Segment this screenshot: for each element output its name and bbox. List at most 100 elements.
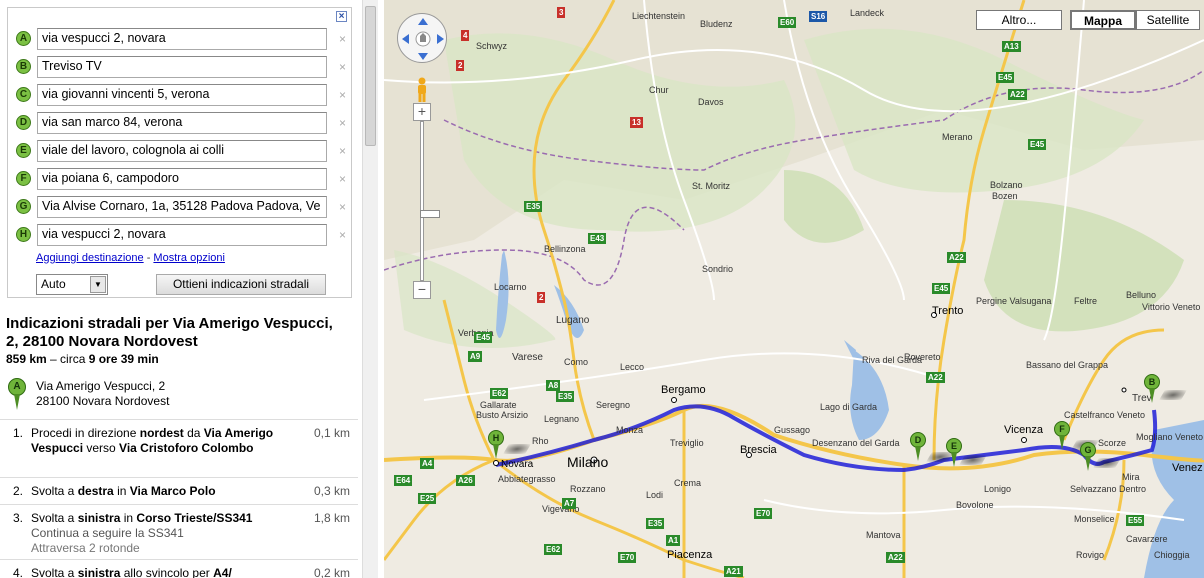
- street-view-pegman-icon[interactable]: [414, 77, 430, 103]
- google-maps-directions: × A via vespucci 2, novara × B Treviso T…: [0, 0, 1204, 578]
- direction-step[interactable]: 1. Procedi in direzione nordest da Via A…: [0, 419, 358, 477]
- show-options-link[interactable]: Mostra opzioni: [153, 252, 225, 264]
- get-directions-button[interactable]: Ottieni indicazioni stradali: [156, 274, 326, 295]
- step-text-part: allo svincolo per: [120, 566, 214, 578]
- place-label: Lonigo: [984, 484, 1012, 494]
- scrollbar-thumb[interactable]: [365, 6, 376, 146]
- step-text-bold: nordest: [139, 426, 184, 440]
- pan-control[interactable]: [397, 13, 447, 63]
- city-label: Novara: [501, 459, 534, 470]
- pan-arrows-icon: [402, 18, 444, 60]
- zoom-slider: + −: [413, 103, 440, 303]
- zoom-out-button[interactable]: −: [413, 281, 431, 299]
- step-text-bold: destra: [77, 484, 114, 498]
- remove-icon[interactable]: ×: [339, 88, 346, 102]
- remove-icon[interactable]: ×: [339, 60, 346, 74]
- remove-icon[interactable]: ×: [339, 172, 346, 186]
- waypoint-input-c[interactable]: via giovanni vincenti 5, verona: [37, 84, 327, 106]
- summary-distance: 859 km: [6, 352, 47, 366]
- place-label: Chioggia: [1154, 550, 1190, 560]
- zoom-knob[interactable]: [420, 210, 440, 218]
- waypoint-input-h[interactable]: via vespucci 2, novara: [37, 224, 327, 246]
- waypoint-input-b[interactable]: Treviso TV: [37, 56, 327, 78]
- place-label: Scorze: [1098, 438, 1127, 448]
- direction-step[interactable]: 2. Svolta a destra in Via Marco Polo 0,3…: [0, 477, 358, 504]
- waypoint-input-e[interactable]: viale del lavoro, colognola ai colli: [37, 140, 327, 162]
- place-label: Rho: [532, 436, 549, 446]
- step-text: Svolta a sinistra allo svincolo per A4/: [31, 566, 281, 578]
- remove-icon[interactable]: ×: [339, 116, 346, 130]
- zoom-track[interactable]: [420, 121, 440, 281]
- place-label: Pergine Valsugana: [976, 296, 1052, 306]
- step-note: Attraversa 2 rotonde: [31, 541, 140, 555]
- step-number: 2.: [13, 484, 24, 498]
- chevron-down-icon: ▼: [90, 276, 106, 293]
- step-text-part: Svolta a: [31, 566, 78, 578]
- zoom-in-button[interactable]: +: [413, 103, 431, 121]
- step-distance: 0,2 km: [313, 566, 350, 578]
- step-text: Svolta a destra in Via Marco Polo: [31, 484, 281, 499]
- waypoint-row-e: E viale del lavoro, colognola ai colli ×: [16, 140, 346, 162]
- place-label: Sondrio: [702, 264, 734, 274]
- panel-scrollbar[interactable]: [362, 0, 378, 578]
- step-text-part: in: [120, 511, 137, 525]
- step-text-bold: A4/: [213, 566, 232, 578]
- place-label: Bovolone: [956, 500, 994, 510]
- step-number: 4.: [13, 566, 24, 578]
- map-type-control: Altro... Mappa Satellite: [976, 10, 1200, 30]
- map-type-satellite-button[interactable]: Satellite: [1136, 10, 1200, 30]
- city-label: Trev: [1132, 393, 1152, 404]
- waypoint-row-c: C via giovanni vincenti 5, verona ×: [16, 84, 346, 106]
- marker-e-icon: E: [16, 143, 31, 158]
- place-label: Legnano: [544, 414, 580, 424]
- waypoint-row-g: G Via Alvise Cornaro, 1a, 35128 Padova P…: [16, 196, 346, 218]
- place-label: Lodi: [646, 490, 664, 500]
- marker-h-icon: H: [16, 227, 31, 242]
- direction-step[interactable]: 3. Svolta a sinistra in Corso Trieste/SS…: [0, 504, 358, 559]
- city-label: Varese: [512, 352, 543, 363]
- place-label: Desenzano del Garda: [812, 438, 900, 448]
- place-label: Abbiategrasso: [498, 474, 556, 484]
- map-view[interactable]: Milano Bergamo Brescia Novara Vicenza Tr…: [384, 0, 1204, 578]
- waypoint-row-f: F via poiana 6, campodoro ×: [16, 168, 346, 190]
- step-text-part: verso: [83, 441, 120, 455]
- place-label: Selvazzano Dentro: [1070, 484, 1147, 494]
- close-icon[interactable]: ×: [336, 11, 347, 22]
- place-label: Locarno: [494, 282, 527, 292]
- waypoint-input-f[interactable]: via poiana 6, campodoro: [37, 168, 327, 190]
- city-label: Monza: [616, 425, 644, 435]
- city-label: Piacenza: [667, 549, 713, 561]
- place-label: Verbania: [458, 328, 494, 338]
- travel-mode-select[interactable]: Auto ▼: [36, 274, 108, 295]
- directions-title: Indicazioni stradali per Via Amerigo Ves…: [6, 315, 333, 350]
- marker-b-icon: B: [16, 59, 31, 74]
- place-label: Bozen: [992, 191, 1018, 201]
- city-label: Trento: [932, 305, 964, 317]
- step-text-part: Svolta a: [31, 511, 78, 525]
- summary-separator: – circa: [46, 352, 89, 366]
- waypoint-input-d[interactable]: via san marco 84, verona: [37, 112, 327, 134]
- add-destination-link[interactable]: Aggiungi destinazione: [36, 252, 144, 264]
- remove-icon[interactable]: ×: [339, 200, 346, 214]
- step-text-bold: sinistra: [77, 511, 121, 525]
- remove-icon[interactable]: ×: [339, 228, 346, 242]
- place-label: Vittorio Veneto: [1142, 302, 1201, 312]
- more-button[interactable]: Altro...: [976, 10, 1062, 30]
- place-label: Feltre: [1074, 296, 1098, 306]
- city-label: Brescia: [740, 444, 777, 456]
- waypoint-row-d: D via san marco 84, verona ×: [16, 112, 346, 134]
- city-label: Vicenza: [1004, 424, 1043, 436]
- place-label: Chur: [649, 85, 669, 95]
- remove-icon[interactable]: ×: [339, 32, 346, 46]
- direction-step[interactable]: 4. Svolta a sinistra allo svincolo per A…: [0, 559, 358, 578]
- step-text: Svolta a sinistra in Corso Trieste/SS341…: [31, 511, 281, 556]
- directions-panel: × A via vespucci 2, novara × B Treviso T…: [0, 0, 362, 578]
- place-label: Vigevano: [542, 504, 580, 514]
- waypoint-input-g[interactable]: Via Alvise Cornaro, 1a, 35128 Padova Pad…: [37, 196, 327, 218]
- place-label: Landeck: [850, 8, 885, 18]
- waypoint-input-a[interactable]: via vespucci 2, novara: [37, 28, 327, 50]
- step-text: Procedi in direzione nordest da Via Amer…: [31, 426, 281, 456]
- route-summary: 859 km – circa 9 ore 39 min: [6, 352, 159, 366]
- remove-icon[interactable]: ×: [339, 144, 346, 158]
- map-type-map-button[interactable]: Mappa: [1070, 10, 1136, 30]
